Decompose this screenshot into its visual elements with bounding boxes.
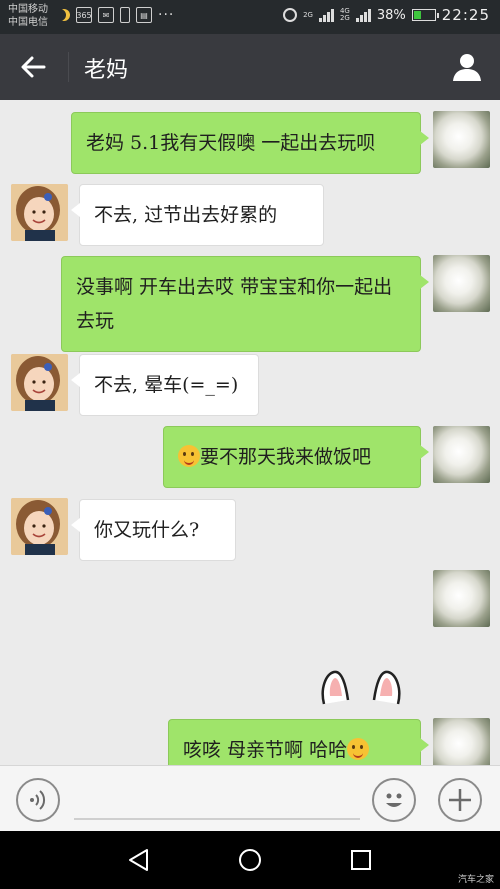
- app-365-icon: 365: [76, 7, 92, 23]
- mom-avatar[interactable]: [11, 184, 68, 241]
- signal-icon-1: [318, 8, 334, 22]
- alarm-icon: [283, 8, 298, 22]
- message-bubble-outgoing[interactable]: 要不那天我来做饭吧: [163, 426, 429, 488]
- carrier-2: 中国电信: [8, 17, 48, 28]
- bunny-sticker[interactable]: [320, 666, 402, 706]
- triangle-back-icon[interactable]: [126, 847, 152, 873]
- plus-icon: [449, 789, 471, 811]
- battery-icon: [411, 9, 439, 21]
- message-bubble-outgoing[interactable]: 没事啊 开车出去哎 带宝宝和你一起出去玩: [61, 256, 429, 352]
- status-right: 2G 4G 2G 38% 22:25: [283, 6, 490, 24]
- battery-percent: 38%: [376, 7, 406, 23]
- self-avatar[interactable]: [433, 255, 490, 312]
- girl-portrait: [11, 354, 68, 411]
- message-text: 没事啊 开车出去哎 带宝宝和你一起出去玩: [76, 276, 393, 332]
- network-type-b: 4G 2G: [340, 8, 350, 22]
- voice-icon: [30, 790, 46, 810]
- signal-icon-2: [355, 8, 371, 22]
- back-button[interactable]: [18, 52, 48, 82]
- message-text: 老妈 5.1我有天假噢 一起出去玩呗: [86, 132, 376, 154]
- message-text: 不去, 过节出去好累的: [94, 204, 278, 226]
- message-text: 要不那天我来做饭吧: [200, 446, 372, 468]
- carrier-1: 中国移动: [8, 4, 48, 15]
- title-divider: [68, 52, 69, 82]
- circle-home-icon[interactable]: [237, 847, 263, 873]
- emoji-button[interactable]: [372, 778, 416, 822]
- self-avatar[interactable]: [433, 111, 490, 168]
- notification-icons: 365 ✉ ▤ ···: [58, 7, 174, 23]
- smiley-icon: [386, 793, 402, 807]
- girl-portrait: [11, 184, 68, 241]
- chat-title: 老妈: [84, 58, 129, 83]
- message-bubble-outgoing[interactable]: 老妈 5.1我有天假噢 一起出去玩呗: [71, 112, 429, 174]
- app-365-label: 365: [76, 10, 92, 20]
- carrier-info: 中国移动 中国电信: [8, 3, 48, 29]
- news-app-icon: ▤: [136, 7, 152, 23]
- network-c-label: 2G: [339, 14, 350, 22]
- status-bar: 中国移动 中国电信 365 ✉ ▤ ··· 2G 4G 2G 38% 22:25: [0, 0, 500, 34]
- message-bubble-incoming[interactable]: 不去, 过节出去好累的: [71, 184, 324, 246]
- network-a-label: 2G: [303, 10, 313, 19]
- watermark: 汽车之家: [457, 875, 494, 885]
- self-avatar[interactable]: [433, 426, 490, 483]
- grinning-face-icon: [347, 738, 370, 760]
- network-type-a: 2G: [303, 10, 313, 19]
- mom-avatar[interactable]: [11, 354, 68, 411]
- message-text: 咳咳 母亲节啊 哈哈: [183, 739, 348, 761]
- title-bar: 老妈: [0, 34, 500, 100]
- battery-saver-icon: [120, 7, 130, 23]
- message-text: 不去, 晕车(=_=): [94, 374, 239, 396]
- voice-button[interactable]: [16, 778, 60, 822]
- more-notifications-icon: ···: [158, 7, 175, 23]
- message-input[interactable]: [74, 818, 360, 820]
- more-button[interactable]: [438, 778, 482, 822]
- moon-icon: [58, 9, 70, 21]
- chat-app-icon: ✉: [98, 7, 114, 23]
- pleading-face-icon: [178, 445, 200, 467]
- navigation-bar: 汽车之家: [0, 831, 500, 889]
- mom-avatar[interactable]: [11, 498, 68, 555]
- battery-fill: [413, 11, 422, 19]
- chat-area[interactable]: 老妈 5.1我有天假噢 一起出去玩呗 不去, 过节出去好累的 没事啊 开车出去哎…: [0, 100, 500, 765]
- back-arrow-icon: [21, 56, 46, 78]
- message-text: 你又玩什么?: [94, 519, 200, 541]
- chat-info-button[interactable]: [450, 50, 484, 84]
- input-bar: [0, 765, 500, 831]
- clock: 22:25: [441, 6, 490, 24]
- message-bubble-incoming[interactable]: 你又玩什么?: [71, 499, 236, 561]
- message-bubble-incoming[interactable]: 不去, 晕车(=_=): [71, 354, 259, 416]
- self-avatar[interactable]: [433, 570, 490, 627]
- message-bubble-outgoing[interactable]: 咳咳 母亲节啊 哈哈: [168, 719, 429, 765]
- girl-portrait: [11, 498, 68, 555]
- square-recents-icon[interactable]: [348, 847, 374, 873]
- self-avatar[interactable]: [433, 718, 490, 765]
- person-icon: [453, 54, 481, 81]
